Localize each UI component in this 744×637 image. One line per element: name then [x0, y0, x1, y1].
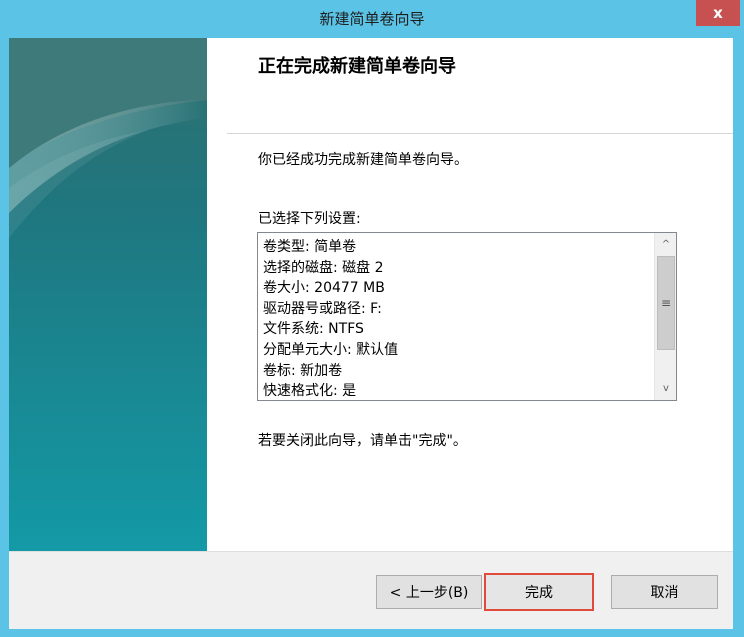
setting-line: 选择的磁盘: 磁盘 2 [263, 259, 384, 276]
settings-list: 卷类型: 简单卷 选择的磁盘: 磁盘 2 卷大小: 20477 MB 驱动器号或… [263, 237, 399, 400]
scroll-thumb[interactable]: ≡ [657, 256, 675, 350]
settings-scrollbar[interactable]: ^ ≡ v [654, 233, 676, 400]
scroll-down-button[interactable]: v [656, 378, 676, 398]
finish-button[interactable]: 完成 [484, 573, 594, 611]
window-title: 新建简单卷向导 [319, 10, 425, 28]
grip-icon: ≡ [660, 296, 672, 310]
setting-line: 卷标: 新加卷 [263, 362, 343, 379]
wizard-window: 新建简单卷向导 x 正在完成新建简单卷向导 你已经成功完成新建简单卷向导。 已选… [0, 0, 744, 637]
close-button[interactable]: x [696, 0, 740, 26]
setting-line: 分配单元大小: 默认值 [263, 341, 399, 358]
wizard-banner-image [9, 38, 207, 551]
close-hint-text: 若要关闭此向导，请单击"完成"。 [258, 433, 467, 449]
setting-line: 快速格式化: 是 [263, 383, 357, 400]
setting-line: 驱动器号或路径: F: [263, 300, 382, 317]
wizard-client-area: 正在完成新建简单卷向导 你已经成功完成新建简单卷向导。 已选择下列设置: 卷类型… [9, 38, 733, 629]
wizard-content: 正在完成新建简单卷向导 你已经成功完成新建简单卷向导。 已选择下列设置: 卷类型… [207, 38, 733, 551]
close-icon: x [713, 4, 723, 22]
setting-line: 卷类型: 简单卷 [263, 239, 357, 255]
chevron-down-icon: v [663, 382, 669, 394]
completed-text: 你已经成功完成新建简单卷向导。 [258, 152, 468, 168]
setting-line: 卷大小: 20477 MB [263, 280, 385, 297]
setting-line: 文件系统: NTFS [263, 321, 364, 338]
header-separator [227, 133, 733, 134]
footer-separator [9, 551, 733, 552]
page-heading: 正在完成新建简单卷向导 [258, 56, 456, 77]
cancel-button[interactable]: 取消 [611, 575, 718, 609]
selected-settings-label: 已选择下列设置: [258, 211, 361, 227]
title-bar[interactable]: 新建简单卷向导 x [0, 0, 744, 38]
back-button[interactable]: < 上一步(B) [376, 575, 482, 609]
scroll-up-button[interactable]: ^ [656, 234, 676, 254]
banner-graphic [9, 38, 207, 551]
settings-summary-box[interactable]: 卷类型: 简单卷 选择的磁盘: 磁盘 2 卷大小: 20477 MB 驱动器号或… [257, 232, 677, 401]
chevron-up-icon: ^ [661, 238, 671, 250]
